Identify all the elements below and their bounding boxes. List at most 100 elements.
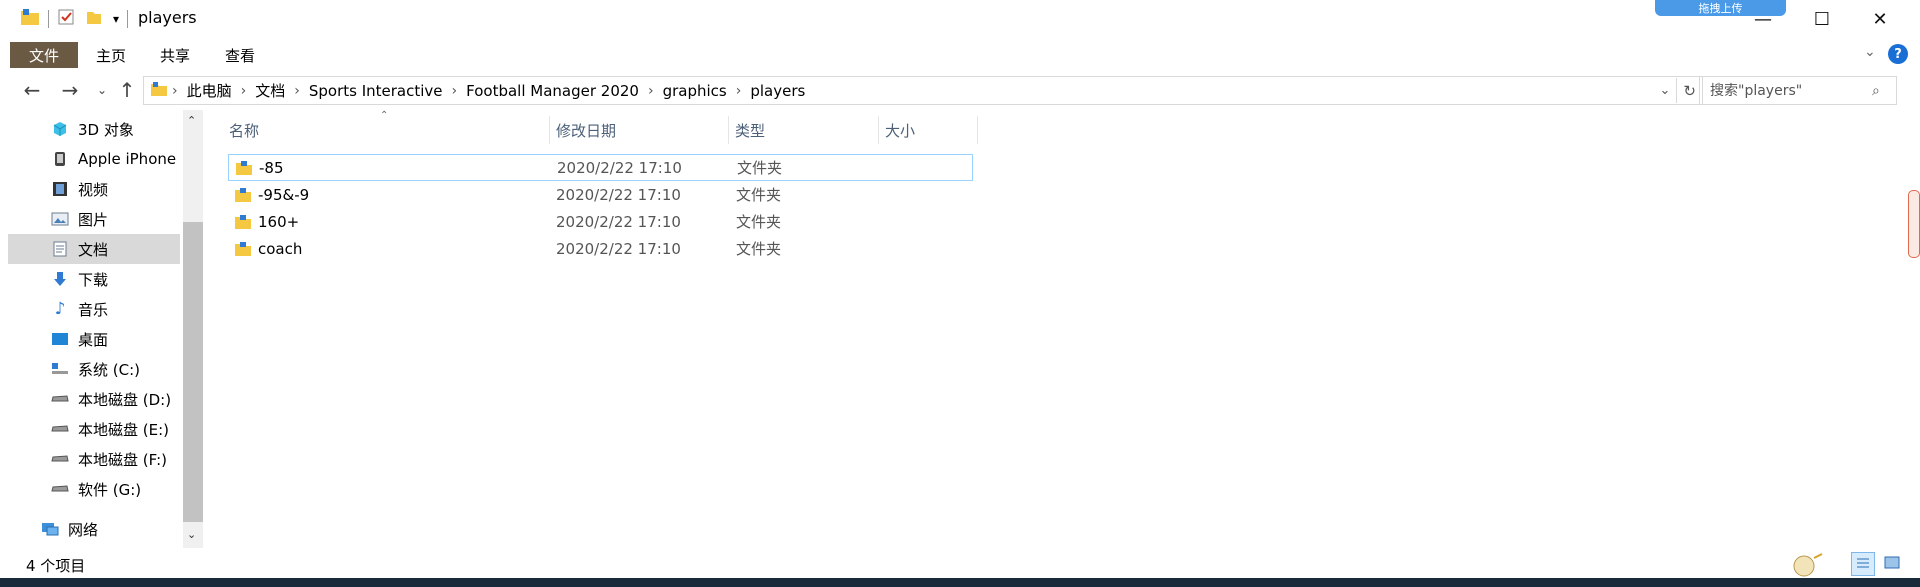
- drive-icon: [50, 479, 70, 499]
- tab-share[interactable]: 共享: [150, 42, 200, 68]
- nav-item-pictures[interactable]: 图片: [8, 204, 180, 234]
- search-icon[interactable]: ⌕: [1872, 83, 1880, 99]
- nav-item-label: 图片: [78, 210, 109, 229]
- breadcrumb-separator-icon[interactable]: ›: [290, 83, 304, 99]
- tab-home[interactable]: 主页: [86, 42, 136, 68]
- nav-item-drive-g[interactable]: 软件 (G:): [8, 474, 180, 504]
- download-icon: [50, 269, 70, 289]
- recent-locations-chevron-icon[interactable]: ⌄: [88, 78, 116, 102]
- column-header-type[interactable]: 类型: [729, 116, 879, 144]
- file-row[interactable]: -85 2020/2/22 17:10 文件夹: [228, 154, 973, 181]
- nav-item-videos[interactable]: 视频: [8, 174, 180, 204]
- breadcrumb-football-manager[interactable]: Football Manager 2020: [461, 82, 644, 100]
- search-input[interactable]: [1708, 81, 1872, 100]
- nav-item-apple-iphone[interactable]: Apple iPhone: [8, 144, 180, 174]
- close-button[interactable]: ✕: [1852, 0, 1908, 38]
- nav-item-label: 软件 (G:): [78, 480, 142, 499]
- file-row[interactable]: coach 2020/2/22 17:10 文件夹: [228, 235, 973, 262]
- breadcrumb-this-pc[interactable]: 此电脑: [182, 80, 237, 101]
- column-header-name[interactable]: 名称: [223, 116, 550, 144]
- minimize-button[interactable]: —: [1735, 0, 1791, 38]
- nav-item-label: 本地磁盘 (F:): [78, 450, 167, 469]
- taskbar-edge: [0, 578, 1920, 587]
- breadcrumb-separator-icon[interactable]: ›: [168, 83, 182, 99]
- file-name: -95&-9: [258, 185, 310, 204]
- nav-item-label: 网络: [68, 520, 99, 539]
- phone-icon: [50, 149, 70, 169]
- file-date: 2020/2/22 17:10: [556, 185, 681, 204]
- address-folder-icon: [150, 81, 168, 101]
- properties-icon[interactable]: [57, 8, 75, 30]
- breadcrumb-players[interactable]: players: [745, 82, 810, 100]
- folder-app-icon: [20, 8, 40, 30]
- drive-icon: [50, 389, 70, 409]
- item-count: 4 个项目: [26, 557, 86, 575]
- main-scrollbar-thumb[interactable]: [1908, 190, 1920, 258]
- breadcrumb-sports-interactive[interactable]: Sports Interactive: [304, 82, 448, 100]
- up-arrow-icon[interactable]: ↑: [113, 78, 141, 102]
- nav-item-drive-d[interactable]: 本地磁盘 (D:): [8, 384, 180, 414]
- folder-icon: [234, 214, 252, 230]
- nav-item-label: 桌面: [78, 330, 109, 349]
- nav-item-label: 本地磁盘 (E:): [78, 420, 170, 439]
- tab-file[interactable]: 文件: [10, 42, 78, 68]
- nav-item-network[interactable]: 网络: [8, 514, 180, 544]
- breadcrumb-documents[interactable]: 文档: [250, 80, 290, 101]
- tab-view[interactable]: 查看: [215, 42, 265, 68]
- nav-item-3d-objects[interactable]: 3D 对象: [8, 114, 180, 144]
- nav-item-label: 视频: [78, 180, 109, 199]
- customize-dropdown-icon[interactable]: ▾: [113, 12, 119, 26]
- folder-icon: [234, 241, 252, 257]
- breadcrumb-separator-icon[interactable]: ›: [644, 83, 658, 99]
- column-header-size[interactable]: 大小: [879, 116, 978, 144]
- nav-item-music[interactable]: ♪ 音乐: [8, 294, 180, 324]
- video-icon: [50, 179, 70, 199]
- file-type: 文件夹: [736, 186, 782, 204]
- column-header-date-modified[interactable]: 修改日期: [550, 116, 729, 144]
- file-date: 2020/2/22 17:10: [557, 158, 682, 177]
- address-dropdown-chevron-icon[interactable]: ⌄: [1654, 83, 1677, 98]
- file-row[interactable]: 160+ 2020/2/22 17:10 文件夹: [228, 208, 973, 235]
- scroll-up-chevron-icon[interactable]: ⌃: [187, 114, 196, 127]
- title-bar: ▾ players 拖拽上传 — ☐ ✕: [0, 0, 1920, 38]
- nav-item-desktop[interactable]: 桌面: [8, 324, 180, 354]
- system-drive-icon: [50, 359, 70, 379]
- drive-icon: [50, 419, 70, 439]
- nav-item-drive-f[interactable]: 本地磁盘 (F:): [8, 444, 180, 474]
- nav-scrollbar-thumb[interactable]: [183, 222, 203, 522]
- details-view-icon[interactable]: [1851, 552, 1875, 576]
- nav-item-drive-e[interactable]: 本地磁盘 (E:): [8, 414, 180, 444]
- search-box[interactable]: ⌕: [1699, 76, 1897, 105]
- breadcrumb-separator-icon[interactable]: ›: [237, 83, 251, 99]
- breadcrumb-separator-icon[interactable]: ›: [732, 83, 746, 99]
- file-name: coach: [258, 239, 303, 258]
- window-title: players: [138, 8, 197, 27]
- file-row[interactable]: -95&-9 2020/2/22 17:10 文件夹: [228, 181, 973, 208]
- nav-item-label: 本地磁盘 (D:): [78, 390, 172, 409]
- expand-ribbon-chevron-icon[interactable]: ⌄: [1864, 44, 1876, 60]
- ribbon: 文件 主页 共享 查看 ⌄ ?: [0, 38, 1920, 70]
- 3d-objects-icon: [50, 119, 70, 139]
- large-icons-view-icon[interactable]: [1881, 552, 1903, 574]
- nav-item-label: 文档: [78, 240, 109, 259]
- scroll-down-chevron-icon[interactable]: ⌄: [187, 528, 196, 541]
- music-icon: ♪: [54, 299, 66, 319]
- nav-item-label: 下载: [78, 270, 109, 289]
- address-row: ← → ⌄ ↑ › 此电脑 › 文档 › Sports Interactive …: [0, 70, 1920, 110]
- address-bar[interactable]: › 此电脑 › 文档 › Sports Interactive › Footba…: [143, 76, 1703, 105]
- help-icon[interactable]: ?: [1888, 44, 1908, 64]
- new-folder-icon[interactable]: [85, 8, 103, 30]
- nav-item-downloads[interactable]: 下载: [8, 264, 180, 294]
- nav-item-label: Apple iPhone: [78, 150, 177, 168]
- breadcrumb-graphics[interactable]: graphics: [658, 82, 732, 100]
- nav-item-drive-c[interactable]: 系统 (C:): [8, 354, 180, 384]
- maximize-button[interactable]: ☐: [1794, 0, 1850, 38]
- navigation-pane: 3D 对象 Apple iPhone 视频 图片 文档 下载 ♪ 音乐 桌面 系…: [8, 110, 183, 550]
- breadcrumb-separator-icon[interactable]: ›: [448, 83, 462, 99]
- nav-item-documents[interactable]: 文档: [8, 234, 180, 264]
- forward-arrow-icon[interactable]: →: [56, 78, 84, 102]
- back-arrow-icon[interactable]: ←: [18, 78, 46, 102]
- nav-item-label: 音乐: [78, 300, 109, 319]
- desktop-icon: [50, 329, 70, 349]
- nav-item-label: 3D 对象: [78, 120, 134, 139]
